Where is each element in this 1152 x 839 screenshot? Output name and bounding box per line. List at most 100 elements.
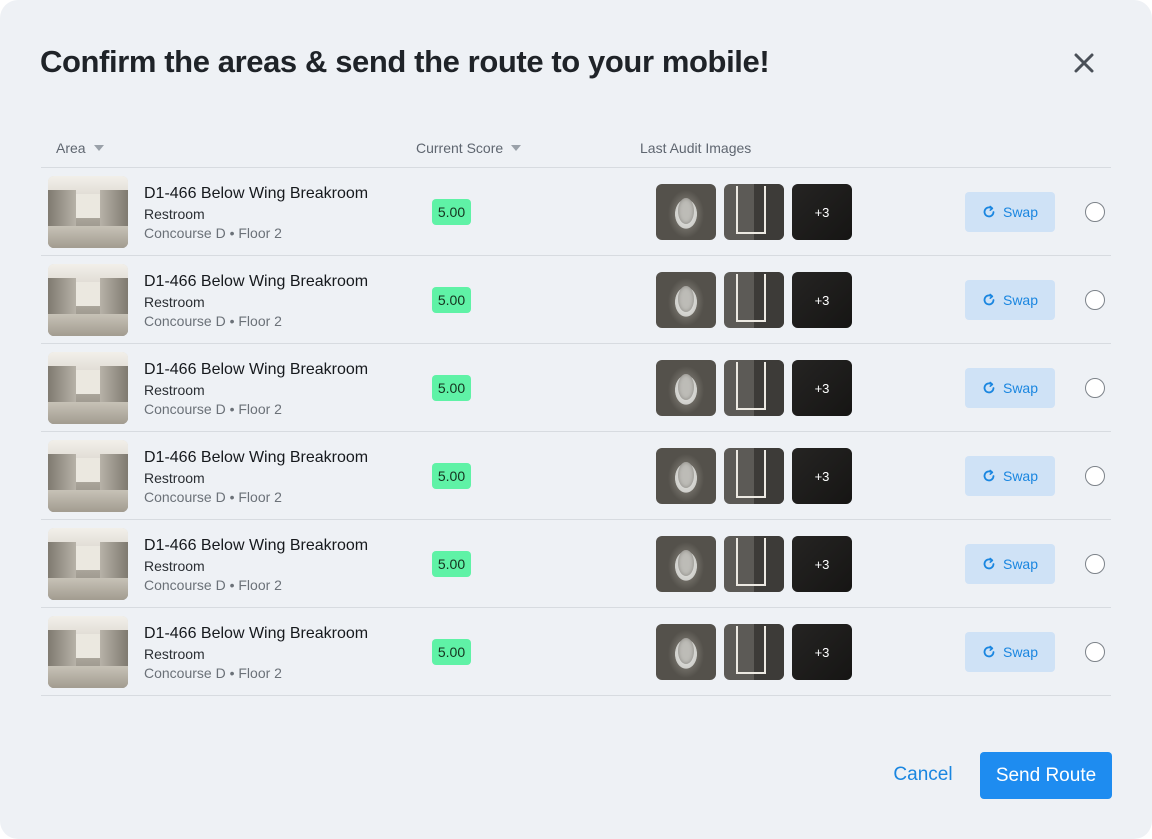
- score-badge: 5.00: [432, 287, 471, 313]
- cancel-button[interactable]: Cancel: [880, 752, 966, 798]
- audit-image-more[interactable]: +3: [792, 272, 852, 328]
- row-select-radio[interactable]: [1085, 466, 1105, 486]
- score-badge: 5.00: [432, 375, 471, 401]
- audit-image[interactable]: [724, 184, 784, 240]
- audit-image[interactable]: [724, 360, 784, 416]
- audit-image[interactable]: [656, 272, 716, 328]
- more-images-count: +3: [792, 624, 852, 680]
- area-thumbnail: [48, 616, 128, 688]
- area-type: Restroom: [144, 646, 205, 662]
- area-thumbnail: [48, 176, 128, 248]
- area-type: Restroom: [144, 294, 205, 310]
- area-type: Restroom: [144, 382, 205, 398]
- area-location: Concourse D • Floor 2: [144, 313, 282, 329]
- audit-image-more[interactable]: +3: [792, 536, 852, 592]
- area-name: D1-466 Below Wing Breakroom: [144, 537, 369, 554]
- audit-image-more[interactable]: +3: [792, 448, 852, 504]
- more-images-count: +3: [792, 360, 852, 416]
- area-name: D1-466 Below Wing Breakroom: [144, 273, 369, 290]
- caret-down-icon: [93, 145, 104, 151]
- audit-image[interactable]: [656, 184, 716, 240]
- close-icon: [1074, 53, 1094, 73]
- swap-label: Swap: [1002, 468, 1039, 484]
- audit-image[interactable]: [656, 448, 716, 504]
- swap-icon: [983, 645, 995, 658]
- column-header-label: Current Score: [416, 140, 504, 156]
- score-badge: 5.00: [432, 199, 471, 225]
- area-thumbnail: [48, 528, 128, 600]
- swap-icon: [983, 205, 995, 218]
- swap-icon: [983, 469, 995, 482]
- row-select-radio[interactable]: [1085, 642, 1105, 662]
- table-row: D1-466 Below Wing Breakroom Restroom Conco…: [41, 432, 1111, 520]
- column-header-last-audit-images: Last Audit Images: [640, 140, 751, 156]
- confirm-route-dialog: Confirm the areas & send the route to yo…: [0, 0, 1152, 839]
- area-type: Restroom: [144, 470, 205, 486]
- swap-label: Swap: [1002, 204, 1039, 220]
- table-row: D1-466 Below Wing Breakroom Restroom Conco…: [41, 520, 1111, 608]
- swap-label: Swap: [1002, 644, 1039, 660]
- more-images-count: +3: [792, 448, 852, 504]
- area-type: Restroom: [144, 558, 205, 574]
- table-row: D1-466 Below Wing Breakroom Restroom Conco…: [41, 168, 1111, 256]
- swap-button[interactable]: Swap: [965, 368, 1055, 408]
- area-name: D1-466 Below Wing Breakroom: [144, 625, 369, 642]
- send-route-button[interactable]: Send Route: [980, 752, 1112, 799]
- area-thumbnail: [48, 440, 128, 512]
- dialog-title: Confirm the areas & send the route to yo…: [40, 44, 770, 79]
- audit-image[interactable]: [724, 536, 784, 592]
- area-name: D1-466 Below Wing Breakroom: [144, 185, 369, 202]
- swap-button[interactable]: Swap: [965, 632, 1055, 672]
- more-images-count: +3: [792, 184, 852, 240]
- area-type: Restroom: [144, 206, 205, 222]
- table-header: Area Current Score Last Audit Images: [41, 130, 1111, 168]
- audit-image[interactable]: [656, 624, 716, 680]
- swap-icon: [983, 381, 995, 394]
- area-location: Concourse D • Floor 2: [144, 401, 282, 417]
- more-images-count: +3: [792, 272, 852, 328]
- swap-label: Swap: [1002, 380, 1039, 396]
- area-location: Concourse D • Floor 2: [144, 489, 282, 505]
- table-body: D1-466 Below Wing Breakroom Restroom Conco…: [41, 168, 1111, 696]
- swap-icon: [983, 557, 995, 570]
- score-badge: 5.00: [432, 463, 471, 489]
- score-badge: 5.00: [432, 551, 471, 577]
- table-row: D1-466 Below Wing Breakroom Restroom Conco…: [41, 608, 1111, 696]
- swap-button[interactable]: Swap: [965, 456, 1055, 496]
- swap-button[interactable]: Swap: [965, 280, 1055, 320]
- row-select-radio[interactable]: [1085, 378, 1105, 398]
- swap-icon: [983, 293, 995, 306]
- swap-button[interactable]: Swap: [965, 192, 1055, 232]
- audit-image[interactable]: [724, 624, 784, 680]
- audit-image-more[interactable]: +3: [792, 360, 852, 416]
- row-select-radio[interactable]: [1085, 554, 1105, 574]
- area-thumbnail: [48, 264, 128, 336]
- swap-label: Swap: [1002, 556, 1039, 572]
- audit-image[interactable]: [656, 536, 716, 592]
- row-select-radio[interactable]: [1085, 202, 1105, 222]
- audit-image[interactable]: [724, 272, 784, 328]
- column-header-current-score[interactable]: Current Score: [416, 140, 522, 156]
- column-header-area[interactable]: Area: [56, 140, 104, 156]
- audit-image[interactable]: [656, 360, 716, 416]
- area-name: D1-466 Below Wing Breakroom: [144, 449, 369, 466]
- close-button[interactable]: [1070, 49, 1098, 77]
- audit-image[interactable]: [724, 448, 784, 504]
- areas-table: Area Current Score Last Audit Images D1-…: [41, 130, 1111, 696]
- table-row: D1-466 Below Wing Breakroom Restroom Conco…: [41, 344, 1111, 432]
- row-select-radio[interactable]: [1085, 290, 1105, 310]
- column-header-label: Last Audit Images: [640, 140, 752, 156]
- swap-button[interactable]: Swap: [965, 544, 1055, 584]
- audit-image-more[interactable]: +3: [792, 184, 852, 240]
- area-name: D1-466 Below Wing Breakroom: [144, 361, 369, 378]
- area-thumbnail: [48, 352, 128, 424]
- audit-image-more[interactable]: +3: [792, 624, 852, 680]
- area-location: Concourse D • Floor 2: [144, 665, 282, 681]
- column-header-label: Area: [56, 140, 86, 156]
- area-location: Concourse D • Floor 2: [144, 225, 282, 241]
- table-row: D1-466 Below Wing Breakroom Restroom Conco…: [41, 256, 1111, 344]
- swap-label: Swap: [1002, 292, 1039, 308]
- caret-down-icon: [511, 145, 522, 151]
- score-badge: 5.00: [432, 639, 471, 665]
- more-images-count: +3: [792, 536, 852, 592]
